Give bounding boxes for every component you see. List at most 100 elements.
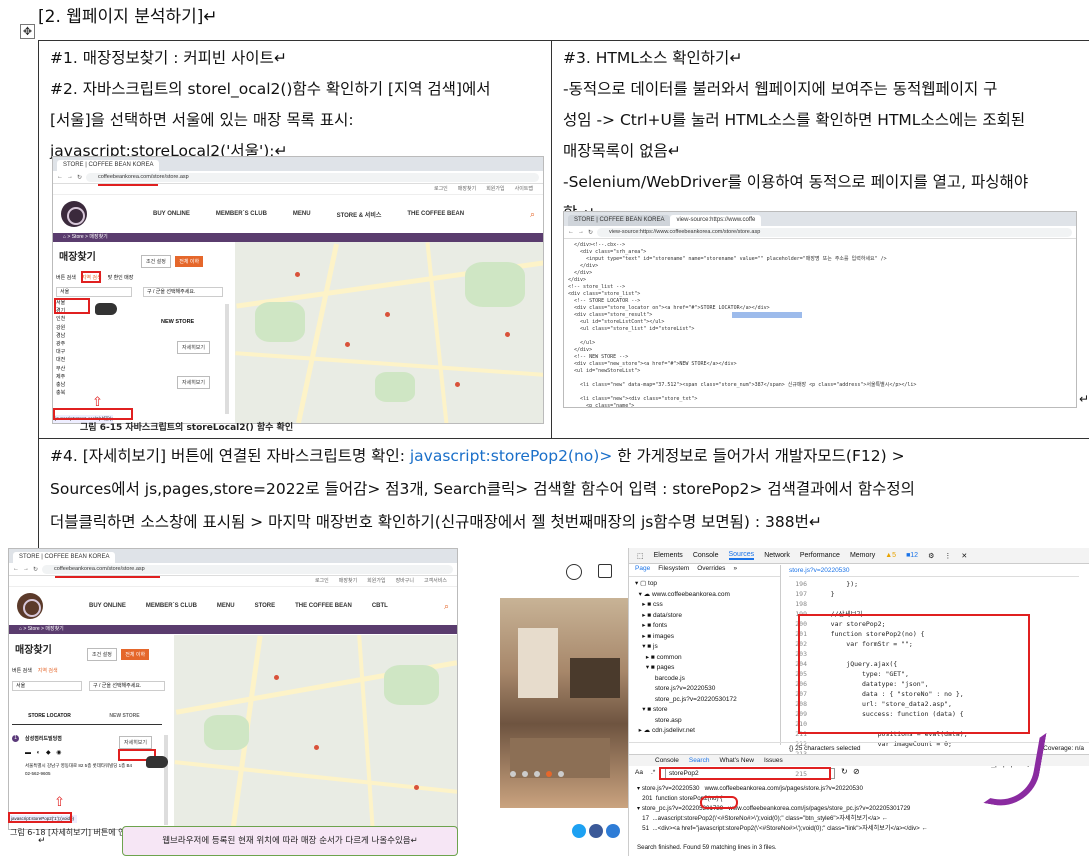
search-icon[interactable]: ⌕ — [444, 601, 449, 612]
map-view[interactable] — [174, 635, 457, 829]
storepop2-link[interactable]: javascript:storePop2(no)> — [410, 447, 612, 465]
info-count[interactable]: ■12 — [906, 552, 918, 559]
city-option[interactable]: 대구 — [56, 348, 80, 356]
scrollbar[interactable] — [164, 735, 168, 825]
drawer-tab-issues[interactable]: Issues — [764, 755, 783, 766]
top-link[interactable]: 회원가입 — [486, 184, 504, 194]
city-option[interactable]: 충남 — [56, 381, 80, 389]
all-button[interactable]: 전체 이하 — [175, 256, 204, 267]
top-link[interactable]: 사이트맵 — [515, 184, 533, 194]
browser-tab-source[interactable]: view-source:https://www.coffe — [670, 215, 762, 226]
tab-store-locator[interactable]: STORE LOCATOR — [12, 713, 87, 724]
carousel-dots[interactable] — [510, 771, 564, 777]
top-link[interactable]: 로그인 — [434, 184, 448, 194]
top-link[interactable]: 회원가입 — [367, 576, 385, 586]
nav-the-coffee-bean[interactable]: THE COFFEE BEAN — [407, 211, 464, 217]
nav-the-coffee-bean[interactable]: THE COFFEE BEAN — [295, 603, 352, 609]
tab-network[interactable]: Network — [764, 552, 790, 559]
url-field[interactable]: coffeebeankorea.com/store/store.asp — [86, 172, 539, 182]
search-icon[interactable]: ⌕ — [530, 209, 535, 220]
tab-console[interactable]: Console — [693, 552, 719, 559]
share-icon[interactable] — [606, 824, 620, 838]
city-option[interactable]: 광주 — [56, 340, 80, 348]
tab-elements[interactable]: Elements — [654, 552, 683, 559]
settings-gear-icon[interactable]: ⚙ — [928, 552, 934, 560]
forward-icon[interactable]: → — [578, 229, 584, 235]
detail-button[interactable]: 자세히보기 — [119, 736, 153, 749]
nav-members-club[interactable]: MEMBER`S CLUB — [146, 603, 197, 609]
city-option[interactable]: 제주 — [56, 373, 80, 381]
city-option[interactable]: 경남 — [56, 332, 80, 340]
detail-button[interactable]: 자세히보기 — [177, 376, 211, 389]
reload-icon[interactable]: ↻ — [33, 566, 38, 573]
gu-select[interactable]: 구 / 군을 선택해주세요. — [89, 681, 165, 691]
compass-icon[interactable] — [566, 564, 582, 580]
open-file-tab[interactable]: store.js?v=20220530 — [789, 565, 1079, 577]
top-link[interactable]: 매장찾기 — [458, 184, 476, 194]
tab-extra[interactable]: 맞 환인 매장 — [108, 274, 134, 281]
close-icon[interactable]: ✕ — [961, 552, 967, 560]
tab-button-search[interactable]: 버튼 검색 — [56, 274, 76, 281]
detail-button[interactable]: 자세히보기 — [177, 341, 211, 354]
clear-icon[interactable]: ⊘ — [853, 767, 860, 776]
drawer-tab-search[interactable]: Search — [689, 755, 710, 766]
tab-memory[interactable]: Memory — [850, 552, 875, 559]
map-view[interactable] — [235, 242, 543, 423]
coffeebean-logo-icon[interactable] — [17, 593, 43, 619]
url-field[interactable]: coffeebeankorea.com/store/store.asp — [42, 564, 453, 574]
nav-cbtl[interactable]: CBTL — [372, 603, 388, 609]
city-option[interactable]: 인천 — [56, 315, 80, 323]
reload-icon[interactable]: ↻ — [77, 174, 82, 181]
warning-count[interactable]: ▲5 — [885, 552, 896, 559]
nav-buy-online[interactable]: BUY ONLINE — [153, 211, 190, 217]
city-option[interactable]: 부산 — [56, 365, 80, 373]
nav-menu[interactable]: MENU — [293, 211, 311, 217]
bag-icon[interactable] — [598, 564, 612, 578]
nav-store[interactable]: STORE — [255, 603, 276, 609]
city-select[interactable]: 서울 — [56, 287, 132, 297]
table-move-handle-icon[interactable]: ✥ — [20, 24, 35, 39]
more-icon[interactable]: ⋮ — [944, 552, 951, 560]
nav-members-club[interactable]: MEMBER`S CLUB — [216, 211, 267, 217]
tab-performance[interactable]: Performance — [800, 552, 840, 559]
top-link[interactable]: 장바구니 — [396, 576, 414, 586]
city-option[interactable]: 강원 — [56, 324, 80, 332]
gu-select[interactable]: 구 / 군을 선택해주세요. — [143, 287, 223, 297]
tab-button-search[interactable]: 버튼 검색 — [12, 667, 32, 674]
regex-icon[interactable]: .* — [651, 769, 655, 776]
store-name[interactable]: 삼성점리드빌딩점 — [25, 735, 62, 742]
city-option[interactable]: 대전 — [56, 356, 80, 364]
refresh-icon[interactable]: ↻ — [841, 767, 848, 776]
tab-filesystem[interactable]: Filesystem — [658, 565, 689, 576]
condition-button[interactable]: 조건 설정 — [87, 648, 117, 661]
tab-sources[interactable]: Sources — [728, 551, 755, 560]
nav-menu[interactable]: MENU — [217, 603, 235, 609]
nav-buy-online[interactable]: BUY ONLINE — [89, 603, 126, 609]
browser-tab[interactable]: STORE | COFFEE BEAN KOREA — [57, 160, 160, 171]
tab-page[interactable]: Page — [635, 565, 650, 576]
tab-region-search[interactable]: 지역 검색 — [38, 667, 58, 674]
top-link[interactable]: 로그인 — [315, 576, 329, 586]
tab-more[interactable]: » — [733, 565, 737, 576]
browser-tab[interactable]: STORE | COFFEE BEAN KOREA — [568, 215, 671, 226]
city-select[interactable]: 서울 — [12, 681, 82, 691]
match-case-icon[interactable]: Aa — [635, 769, 643, 776]
drawer-tab-whats-new[interactable]: What's New — [719, 755, 753, 766]
scrollbar[interactable] — [225, 304, 229, 414]
drawer-tab-console[interactable]: Console — [655, 755, 679, 766]
top-link[interactable]: 고객서비스 — [424, 576, 447, 586]
back-icon[interactable]: ← — [13, 566, 19, 572]
facebook-icon[interactable] — [589, 824, 603, 838]
back-icon[interactable]: ← — [57, 174, 63, 180]
coffeebean-logo-icon[interactable] — [61, 201, 87, 227]
city-option[interactable]: 충북 — [56, 389, 80, 397]
twitter-icon[interactable] — [572, 824, 586, 838]
condition-button[interactable]: 조건 설정 — [141, 255, 171, 268]
nav-store[interactable]: STORE & 서비스 — [337, 210, 382, 219]
top-link[interactable]: 매장찾기 — [339, 576, 357, 586]
all-button[interactable]: 전체 이하 — [121, 649, 150, 660]
url-field[interactable]: view-source:https://www.coffeebeankorea.… — [597, 227, 1072, 237]
forward-icon[interactable]: → — [67, 174, 73, 180]
reload-icon[interactable]: ↻ — [588, 229, 593, 236]
forward-icon[interactable]: → — [23, 566, 29, 572]
